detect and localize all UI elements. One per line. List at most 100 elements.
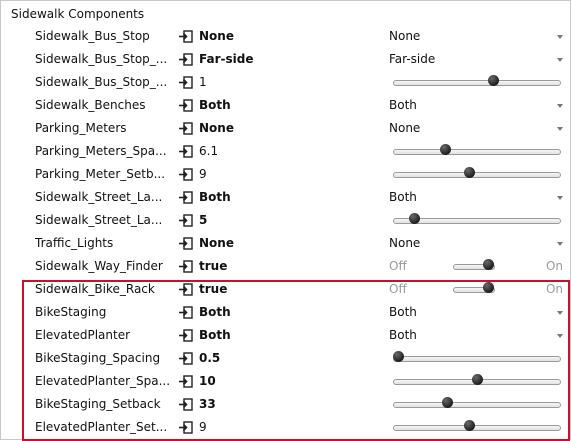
value-toggle[interactable]: Off On (387, 280, 567, 299)
value-dropdown[interactable]: Both (387, 188, 567, 207)
property-row[interactable]: Parking_Meters_Spa... 6.1 (1, 140, 571, 163)
property-value[interactable]: 9 (199, 418, 379, 436)
slider-thumb[interactable] (472, 374, 483, 385)
chevron-down-icon[interactable] (557, 104, 563, 108)
property-value[interactable]: 6.1 (199, 142, 379, 160)
property-row[interactable]: Sidewalk_Street_La... Both Both (1, 186, 571, 209)
link-input-icon[interactable] (179, 398, 193, 411)
property-row[interactable]: BikeStaging_Spacing 0.5 (1, 347, 571, 370)
property-label: ElevatedPlanter_Set... (35, 420, 168, 434)
dropdown-selected-value: None (389, 121, 421, 135)
slider-thumb[interactable] (393, 351, 404, 362)
chevron-down-icon[interactable] (557, 334, 563, 338)
value-dropdown[interactable]: Both (387, 96, 567, 115)
dropdown-selected-value: Both (389, 98, 417, 112)
property-value[interactable]: 33 (199, 395, 379, 413)
property-value[interactable]: true (199, 280, 379, 298)
property-row[interactable]: Sidewalk_Bus_Stop None None (1, 25, 571, 48)
property-value[interactable]: 10 (199, 372, 379, 390)
property-value[interactable]: 5 (199, 211, 379, 229)
properties-panel: Sidewalk Components Sidewalk_Bus_Stop Non… (0, 0, 571, 441)
slider-thumb[interactable] (487, 75, 499, 86)
link-input-icon[interactable] (179, 122, 193, 135)
chevron-down-icon[interactable] (557, 127, 563, 131)
property-value[interactable]: Both (199, 96, 379, 114)
property-row[interactable]: Sidewalk_Way_Finder true Off On (1, 255, 571, 278)
property-row[interactable]: BikeStaging_Setback 33 (1, 393, 571, 416)
chevron-down-icon[interactable] (557, 196, 563, 200)
link-input-icon[interactable] (179, 329, 193, 342)
chevron-down-icon[interactable] (557, 58, 563, 62)
link-input-icon[interactable] (179, 168, 193, 181)
toggle-thumb[interactable] (483, 282, 494, 293)
link-input-icon[interactable] (179, 30, 193, 43)
toggle-thumb[interactable] (483, 259, 494, 270)
property-value[interactable]: Both (199, 188, 379, 206)
slider-track[interactable] (393, 356, 561, 362)
value-slider[interactable] (387, 165, 567, 184)
property-value[interactable]: 0.5 (199, 349, 379, 367)
slider-track[interactable] (393, 425, 561, 431)
property-value[interactable]: Both (199, 326, 379, 344)
slider-track[interactable] (393, 149, 561, 155)
link-input-icon[interactable] (179, 352, 193, 365)
slider-thumb[interactable] (408, 213, 420, 224)
property-row[interactable]: BikeStaging Both Both (1, 301, 571, 324)
value-slider[interactable] (387, 211, 567, 230)
slider-track[interactable] (393, 80, 561, 86)
chevron-down-icon[interactable] (557, 242, 563, 246)
section-header[interactable]: Sidewalk Components (11, 5, 144, 23)
property-label: BikeStaging_Spacing (35, 351, 161, 365)
link-input-icon[interactable] (179, 421, 193, 434)
link-input-icon[interactable] (179, 53, 193, 66)
value-dropdown[interactable]: Both (387, 326, 567, 345)
slider-track[interactable] (393, 172, 561, 178)
property-row[interactable]: Parking_Meter_Setb... 9 (1, 163, 571, 186)
link-input-icon[interactable] (179, 76, 193, 89)
property-row[interactable]: Sidewalk_Bike_Rack true Off On (1, 278, 571, 301)
property-value[interactable]: None (199, 119, 379, 137)
property-value[interactable]: true (199, 257, 379, 275)
value-dropdown[interactable]: None (387, 27, 567, 46)
property-value[interactable]: None (199, 234, 379, 252)
link-input-icon[interactable] (179, 145, 193, 158)
chevron-down-icon[interactable] (557, 311, 563, 315)
property-row[interactable]: ElevatedPlanter_Set... 9 (1, 416, 571, 439)
property-row[interactable]: Sidewalk_Benches Both Both (1, 94, 571, 117)
property-row[interactable]: Sidewalk_Bus_Stop_... 1 (1, 71, 571, 94)
property-row[interactable]: Parking_Meters None None (1, 117, 571, 140)
link-input-icon[interactable] (179, 99, 193, 112)
link-input-icon[interactable] (179, 260, 193, 273)
value-dropdown[interactable]: Far-side (387, 50, 567, 69)
slider-track[interactable] (393, 402, 561, 408)
link-input-icon[interactable] (179, 191, 193, 204)
property-row[interactable]: Sidewalk_Street_La... 5 (1, 209, 571, 232)
value-slider[interactable] (387, 349, 567, 368)
property-value[interactable]: None (199, 27, 379, 45)
value-slider[interactable] (387, 73, 567, 92)
link-input-icon[interactable] (179, 283, 193, 296)
dropdown-selected-value: Both (389, 305, 417, 319)
value-slider[interactable] (387, 418, 567, 437)
link-input-icon[interactable] (179, 214, 193, 227)
property-value[interactable]: 9 (199, 165, 379, 183)
property-row[interactable]: Traffic_Lights None None (1, 232, 571, 255)
value-dropdown[interactable]: Both (387, 303, 567, 322)
value-toggle[interactable]: Off On (387, 257, 567, 276)
property-row[interactable]: ElevatedPlanter Both Both (1, 324, 571, 347)
chevron-down-icon[interactable] (557, 35, 563, 39)
value-dropdown[interactable]: None (387, 234, 567, 253)
value-dropdown[interactable]: None (387, 119, 567, 138)
property-value[interactable]: Far-side (199, 50, 379, 68)
link-input-icon[interactable] (179, 375, 193, 388)
value-slider[interactable] (387, 395, 567, 414)
value-slider[interactable] (387, 142, 567, 161)
property-value[interactable]: 1 (199, 73, 379, 91)
link-input-icon[interactable] (179, 306, 193, 319)
property-row[interactable]: Sidewalk_Bus_Stop_... Far-side Far-side (1, 48, 571, 71)
slider-thumb[interactable] (441, 397, 453, 408)
property-row[interactable]: ElevatedPlanter_Spa... 10 (1, 370, 571, 393)
value-slider[interactable] (387, 372, 567, 391)
link-input-icon[interactable] (179, 237, 193, 250)
property-value[interactable]: Both (199, 303, 379, 321)
